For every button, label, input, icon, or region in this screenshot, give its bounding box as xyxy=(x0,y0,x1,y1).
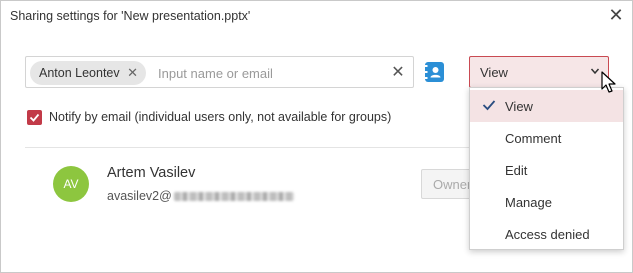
role-option-edit[interactable]: Edit xyxy=(470,154,623,186)
notify-checkbox[interactable] xyxy=(27,109,42,125)
user-name: Artem Vasilev xyxy=(107,165,196,181)
address-book-icon[interactable] xyxy=(425,62,444,82)
dialog-title: Sharing settings for 'New presentation.p… xyxy=(10,9,251,23)
remove-chip-icon[interactable]: ✕ xyxy=(126,65,140,80)
owner-role-label: Owner xyxy=(433,176,472,192)
notify-option: Notify by email (individual users only, … xyxy=(27,109,391,125)
user-email: avasilev2@ xyxy=(107,189,294,203)
role-option-label: Manage xyxy=(505,194,552,210)
role-select-value: View xyxy=(480,64,508,80)
role-option-label: Comment xyxy=(505,130,562,146)
chevron-down-icon xyxy=(590,68,600,75)
user-email-prefix: avasilev2@ xyxy=(107,189,172,203)
sharing-dialog: Sharing settings for 'New presentation.p… xyxy=(0,0,633,273)
avatar: AV xyxy=(53,166,89,202)
notify-label: Notify by email (individual users only, … xyxy=(49,110,392,124)
invite-field[interactable]: Anton Leontev ✕ ✕ xyxy=(25,56,414,88)
role-option-label: Edit xyxy=(505,162,528,178)
role-dropdown-menu: View Comment Edit Manage Access denied xyxy=(469,87,624,250)
role-option-label: Access denied xyxy=(505,226,590,242)
invitee-chip: Anton Leontev ✕ xyxy=(30,61,146,85)
redacted-email xyxy=(173,191,294,201)
role-option-view[interactable]: View xyxy=(470,90,623,122)
invite-input[interactable] xyxy=(158,62,378,84)
checkmark-icon xyxy=(29,113,40,122)
close-icon[interactable]: ✕ xyxy=(606,5,626,25)
role-option-label: View xyxy=(505,98,533,114)
role-option-comment[interactable]: Comment xyxy=(470,122,623,154)
role-option-access-denied[interactable]: Access denied xyxy=(470,218,623,250)
invitee-chip-label: Anton Leontev xyxy=(39,66,120,80)
clear-input-icon[interactable]: ✕ xyxy=(388,62,408,82)
checkmark-icon xyxy=(482,100,496,111)
role-option-manage[interactable]: Manage xyxy=(470,186,623,218)
avatar-initials: AV xyxy=(63,177,79,191)
role-select[interactable]: View xyxy=(469,56,609,88)
